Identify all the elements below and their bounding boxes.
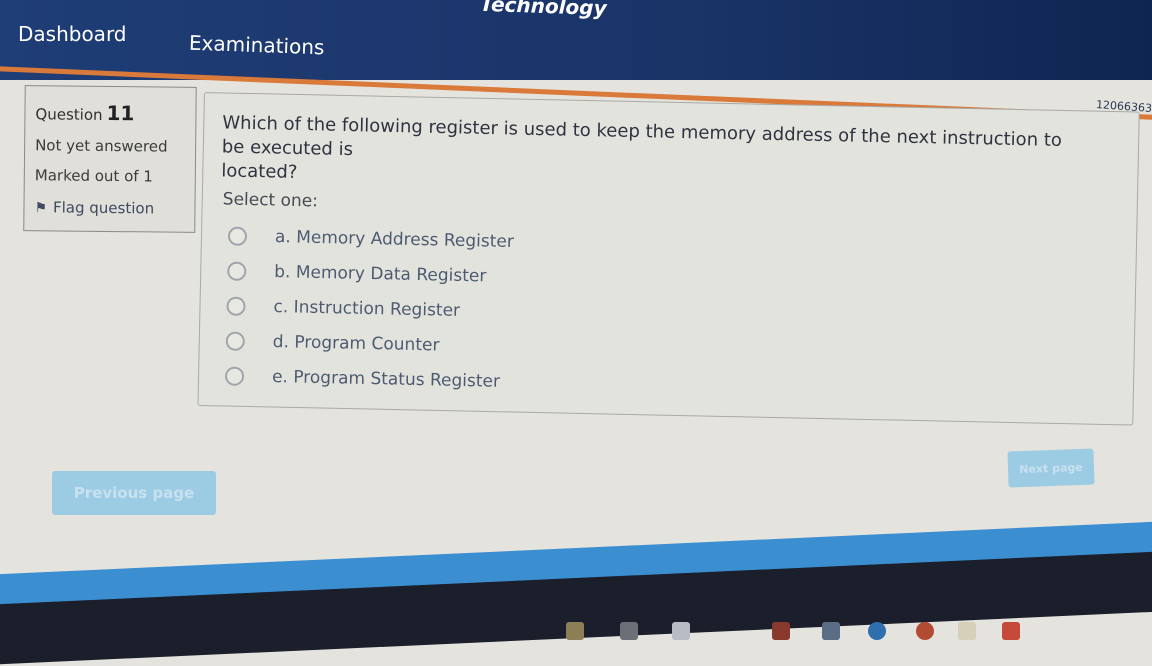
vlc-icon[interactable] — [958, 622, 976, 640]
radio-button[interactable] — [225, 331, 245, 351]
document-icon[interactable] — [672, 622, 690, 640]
option-e[interactable]: e. Program Status Register — [224, 366, 500, 396]
store-icon[interactable] — [620, 622, 638, 640]
option-d[interactable]: d. Program Counter — [225, 331, 440, 359]
nav-examinations[interactable]: Examinations — [189, 31, 325, 60]
mail-icon[interactable] — [822, 622, 840, 640]
answer-status: Not yet answered — [35, 136, 168, 156]
radio-button[interactable] — [226, 296, 246, 316]
question-text: Which of the following register is used … — [221, 112, 1063, 183]
select-one-label: Select one: — [222, 189, 319, 212]
flag-question-link[interactable]: ⚑ Flag question — [34, 198, 154, 217]
next-page-button[interactable]: Next page — [1007, 448, 1095, 488]
folder-icon[interactable] — [566, 622, 584, 640]
option-b[interactable]: b. Memory Data Register — [227, 261, 487, 290]
option-c[interactable]: c. Instruction Register — [226, 296, 460, 325]
media-icon[interactable] — [1002, 622, 1020, 640]
marks-label: Marked out of 1 — [34, 166, 153, 186]
app-icon[interactable] — [772, 622, 790, 640]
previous-page-button[interactable]: Previous page — [52, 471, 216, 515]
radio-button[interactable] — [227, 261, 247, 281]
question-label: Question 11 — [35, 100, 135, 126]
question-number: 11 — [106, 100, 135, 126]
radio-button[interactable] — [224, 366, 245, 386]
question-info-panel: Question 11 Not yet answered Marked out o… — [23, 85, 197, 233]
opera-icon[interactable] — [916, 622, 934, 640]
question-content: Which of the following register is used … — [197, 92, 1140, 426]
option-a[interactable]: a. Memory Address Register — [227, 226, 514, 256]
flag-icon: ⚑ — [34, 200, 48, 217]
nav-dashboard[interactable]: Dashboard — [18, 22, 127, 46]
radio-button[interactable] — [227, 226, 248, 246]
browser-icon[interactable] — [868, 622, 886, 640]
